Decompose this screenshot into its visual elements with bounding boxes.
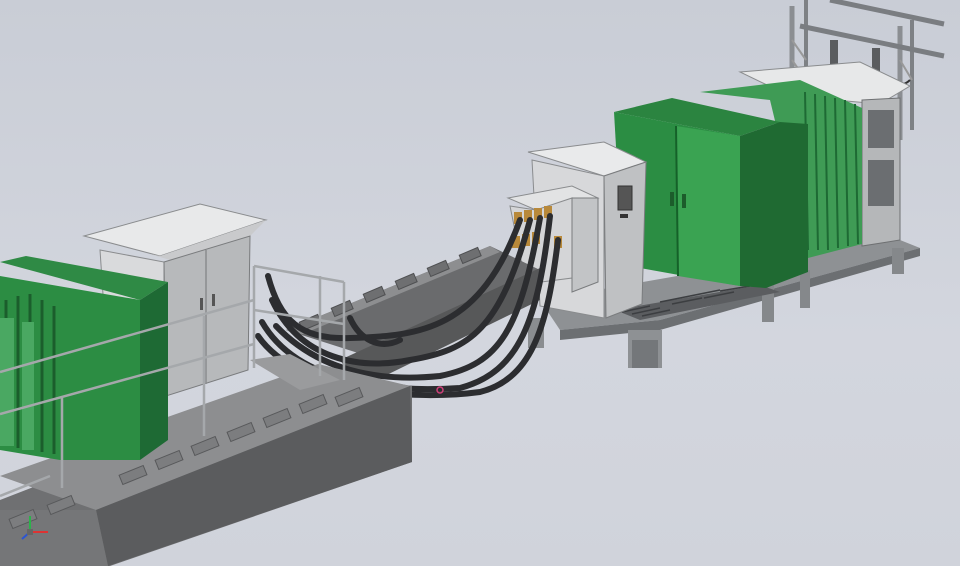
coordinate-triad-icon[interactable] bbox=[18, 512, 52, 542]
cad-scene bbox=[0, 0, 945, 566]
cad-viewport[interactable] bbox=[0, 0, 960, 566]
left-green-transformer bbox=[0, 256, 168, 460]
